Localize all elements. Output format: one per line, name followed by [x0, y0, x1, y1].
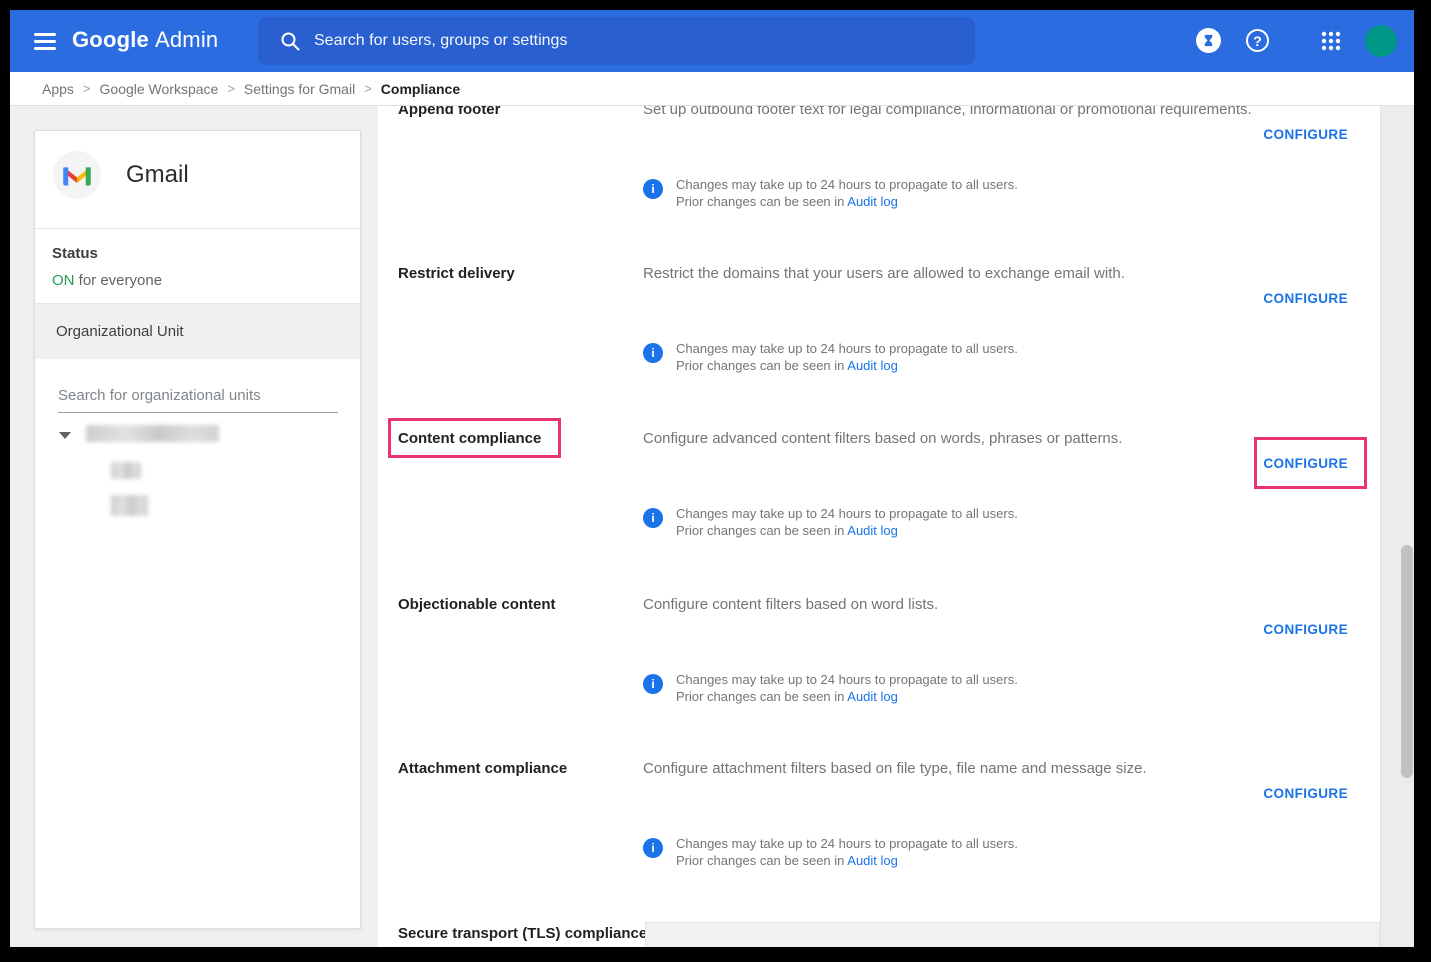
setting-description: Configure advanced content filters based…	[643, 430, 1303, 447]
breadcrumb-separator: >	[364, 81, 372, 96]
note-line1: Changes may take up to 24 hours to propa…	[676, 340, 1018, 357]
setting-description: Restrict the domains that your users are…	[643, 265, 1303, 282]
scrollbar-track[interactable]	[1380, 106, 1414, 947]
org-unit-search-input[interactable]	[58, 381, 338, 413]
setting-title: Secure transport (TLS) compliance	[398, 925, 647, 942]
propagation-note: i Changes may take up to 24 hours to pro…	[643, 835, 1018, 869]
status-suffix: for everyone	[75, 272, 163, 289]
setting-row-restrict-delivery: Restrict delivery Restrict the domains t…	[378, 265, 1380, 395]
gmail-logo-icon	[53, 151, 101, 199]
sidebar-background: Gmail Status ON for everyone Organizatio…	[10, 106, 378, 947]
card-header: Gmail	[35, 131, 360, 229]
setting-description: Set up outbound footer text for legal co…	[643, 106, 1303, 118]
org-unit-root-redacted[interactable]	[86, 425, 219, 442]
info-icon: i	[643, 343, 663, 363]
service-title: Gmail	[126, 161, 189, 189]
info-icon: i	[643, 838, 663, 858]
gmail-service-card: Gmail Status ON for everyone Organizatio…	[34, 130, 361, 929]
org-unit-header: Organizational Unit	[35, 303, 360, 359]
info-icon: i	[643, 674, 663, 694]
setting-description: Configure attachment filters based on fi…	[643, 760, 1303, 777]
setting-title: Objectionable content	[398, 596, 556, 613]
setting-description: Configure content filters based on word …	[643, 596, 1303, 613]
audit-log-link[interactable]: Audit log	[847, 523, 898, 538]
setting-title: Attachment compliance	[398, 760, 567, 777]
audit-log-link[interactable]: Audit log	[847, 689, 898, 704]
admin-console-window: GoogleAdmin ?	[10, 10, 1414, 947]
breadcrumb: Apps > Google Workspace > Settings for G…	[10, 72, 1414, 106]
audit-log-link[interactable]: Audit log	[847, 358, 898, 373]
org-unit-child-redacted[interactable]	[111, 462, 141, 479]
status-value: ON for everyone	[52, 272, 162, 289]
scrollbar-thumb[interactable]	[1401, 545, 1413, 778]
propagation-note: i Changes may take up to 24 hours to pro…	[643, 671, 1018, 705]
tls-setting-panel	[645, 922, 1380, 947]
configure-button[interactable]: CONFIGURE	[1263, 291, 1348, 306]
org-unit-search[interactable]	[58, 381, 338, 413]
info-icon: i	[643, 508, 663, 528]
note-line2: Prior changes can be seen in Audit log	[676, 688, 1018, 705]
breadcrumb-separator: >	[227, 81, 235, 96]
hamburger-menu-icon[interactable]	[34, 29, 58, 53]
info-icon: i	[643, 179, 663, 199]
audit-log-link[interactable]: Audit log	[847, 853, 898, 868]
configure-button[interactable]: CONFIGURE	[1263, 127, 1348, 142]
help-icon[interactable]: ?	[1246, 29, 1269, 52]
note-line2: Prior changes can be seen in Audit log	[676, 357, 1018, 374]
note-line2: Prior changes can be seen in Audit log	[676, 193, 1018, 210]
setting-row-content-compliance: Content compliance Configure advanced co…	[378, 430, 1380, 560]
propagation-note: i Changes may take up to 24 hours to pro…	[643, 505, 1018, 539]
breadcrumb-separator: >	[83, 81, 91, 96]
apps-grid-icon[interactable]	[1319, 29, 1343, 58]
compliance-settings-panel: Append footer Set up outbound footer tex…	[378, 106, 1380, 947]
brand-google: Google	[72, 27, 149, 52]
breadcrumb-apps[interactable]: Apps	[42, 81, 74, 97]
note-line1: Changes may take up to 24 hours to propa…	[676, 505, 1018, 522]
note-line2: Prior changes can be seen in Audit log	[676, 522, 1018, 539]
hourglass-icon[interactable]	[1196, 28, 1221, 53]
status-on: ON	[52, 272, 75, 289]
status-label: Status	[52, 245, 98, 262]
brand-admin: Admin	[155, 27, 218, 52]
avatar[interactable]	[1365, 25, 1397, 57]
setting-title: Content compliance	[398, 430, 541, 447]
brand-wordmark: GoogleAdmin	[72, 27, 218, 53]
global-search-input[interactable]	[314, 32, 959, 50]
breadcrumb-settings-for-gmail[interactable]: Settings for Gmail	[244, 81, 355, 97]
note-line1: Changes may take up to 24 hours to propa…	[676, 176, 1018, 193]
breadcrumb-google-workspace[interactable]: Google Workspace	[100, 81, 219, 97]
propagation-note: i Changes may take up to 24 hours to pro…	[643, 176, 1018, 210]
setting-row-objectionable-content: Objectionable content Configure content …	[378, 596, 1380, 726]
configure-button[interactable]: CONFIGURE	[1263, 622, 1348, 637]
search-icon	[280, 31, 300, 51]
configure-button[interactable]: CONFIGURE	[1263, 456, 1348, 471]
setting-title: Append footer	[398, 106, 501, 118]
note-line2: Prior changes can be seen in Audit log	[676, 852, 1018, 869]
setting-title: Restrict delivery	[398, 265, 515, 282]
top-app-bar: GoogleAdmin ?	[10, 10, 1414, 72]
note-line1: Changes may take up to 24 hours to propa…	[676, 671, 1018, 688]
org-unit-child-redacted[interactable]	[111, 495, 148, 516]
audit-log-link[interactable]: Audit log	[847, 194, 898, 209]
tree-collapse-arrow-icon[interactable]	[59, 432, 71, 439]
breadcrumb-current-compliance: Compliance	[381, 81, 460, 97]
note-line1: Changes may take up to 24 hours to propa…	[676, 835, 1018, 852]
global-search-bar[interactable]	[258, 17, 975, 65]
setting-row-append-footer: Append footer Set up outbound footer tex…	[378, 106, 1380, 231]
propagation-note: i Changes may take up to 24 hours to pro…	[643, 340, 1018, 374]
configure-button[interactable]: CONFIGURE	[1263, 786, 1348, 801]
setting-row-attachment-compliance: Attachment compliance Configure attachme…	[378, 760, 1380, 890]
